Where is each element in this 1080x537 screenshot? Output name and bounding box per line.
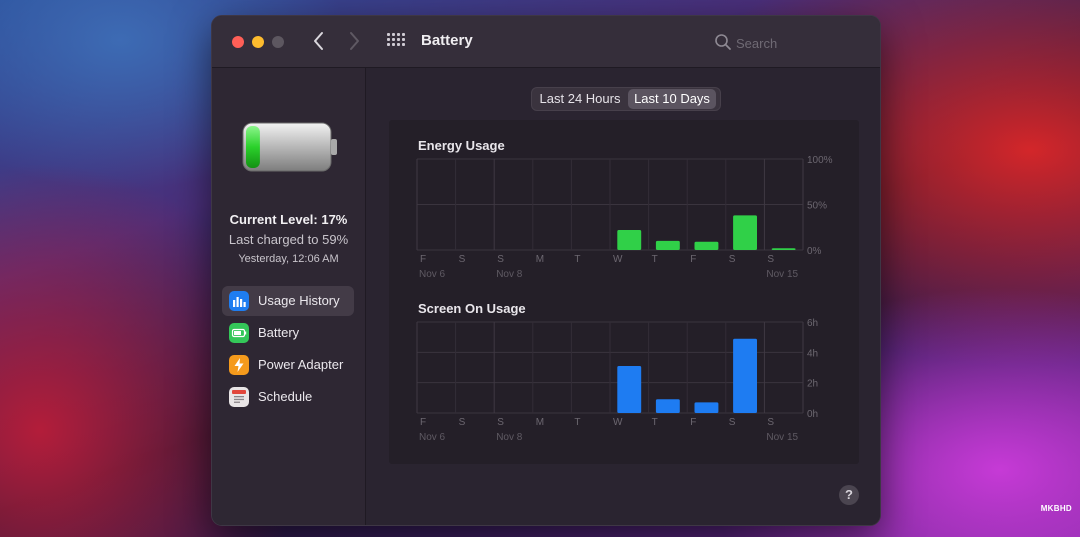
calendar-icon (229, 387, 249, 407)
sidebar-item-label: Usage History (258, 293, 340, 308)
battery-icon (229, 323, 249, 343)
date-label: Nov 6 (419, 432, 446, 443)
search-icon (715, 34, 731, 50)
sidebar-item-battery[interactable]: Battery (222, 318, 354, 348)
zoom-button[interactable] (272, 36, 284, 48)
screen-on-usage-title: Screen On Usage (418, 301, 526, 316)
chevron-left-icon (314, 32, 323, 50)
sidebar: Current Level: 17% Last charged to 59% Y… (212, 68, 366, 525)
energy-usage-chart: 100% 50% 0% F S S M T W T F S S Nov 6 Nov 8 Nov 15 (416, 155, 833, 280)
x-tick-label: W (613, 417, 623, 428)
bar (733, 215, 757, 250)
x-tick-label: S (729, 254, 736, 265)
x-tick-label: T (574, 417, 580, 428)
energy-usage-title: Energy Usage (418, 138, 505, 153)
x-tick-label: F (690, 417, 696, 428)
tab-last-24-hours[interactable]: Last 24 Hours (535, 89, 625, 109)
bar-chart-icon (229, 291, 249, 311)
y-tick-label: 2h (807, 379, 818, 390)
forward-button[interactable] (342, 28, 366, 54)
x-tick-label: S (729, 417, 736, 428)
y-tick-label: 4h (807, 348, 818, 359)
show-all-grid-icon[interactable] (387, 33, 405, 51)
bar (733, 338, 757, 413)
x-tick-label: T (652, 417, 658, 428)
sidebar-item-label: Schedule (258, 389, 313, 404)
title-bar: Battery (212, 16, 880, 68)
bar (617, 230, 642, 250)
sidebar-item-label: Power Adapter (258, 357, 344, 372)
bar (771, 248, 796, 250)
bar (655, 240, 680, 250)
bar (617, 366, 642, 413)
window-title: Battery (421, 32, 473, 49)
tab-last-10-days[interactable]: Last 10 Days (628, 89, 716, 109)
y-tick-label: 100% (807, 155, 833, 166)
current-level-text: Current Level: 17% (229, 212, 348, 227)
time-range-segmented-control: Last 24 Hours Last 10 Days (531, 87, 721, 111)
y-tick-label: 6h (807, 318, 818, 329)
date-label: Nov 8 (496, 269, 523, 280)
main-content: Last 24 Hours Last 10 Days Energy Usage … (366, 68, 880, 525)
x-tick-label: W (613, 254, 623, 265)
x-tick-label: S (767, 417, 774, 428)
date-label: Nov 8 (496, 432, 523, 443)
bar (694, 402, 719, 413)
bar (655, 399, 680, 413)
sidebar-item-usage-history[interactable]: Usage History (222, 286, 354, 316)
x-tick-label: M (536, 254, 544, 265)
watermark: MKBHD (1040, 504, 1072, 513)
x-tick-label: F (690, 254, 696, 265)
x-tick-label: S (459, 254, 466, 265)
screen-on-usage-chart: 6h 4h 2h 0h F S S M T W T F S S Nov 6 Nov 8 Nov 15 (416, 318, 818, 443)
x-tick-label: T (652, 254, 658, 265)
x-tick-label: S (459, 417, 466, 428)
sidebar-item-schedule[interactable]: Schedule (222, 382, 354, 412)
close-button[interactable] (232, 36, 244, 48)
battery-preferences-window: Battery Current Level: 17% Last charged … (211, 15, 881, 526)
date-label: Nov 15 (766, 432, 798, 443)
x-tick-label: S (497, 417, 504, 428)
sidebar-item-label: Battery (258, 325, 300, 340)
x-tick-label: M (536, 417, 544, 428)
date-label: Nov 15 (766, 269, 798, 280)
usage-charts-panel: Energy Usage 100% 50% 0% F S S M T W T F S S Nov 6 Nov… (389, 120, 859, 464)
search-field[interactable] (712, 30, 862, 54)
last-charged-time: Yesterday, 12:06 AM (238, 253, 339, 265)
x-tick-label: T (574, 254, 580, 265)
search-input[interactable] (734, 32, 858, 54)
y-tick-label: 0% (807, 246, 822, 257)
y-tick-label: 0h (807, 409, 818, 420)
x-tick-label: S (767, 254, 774, 265)
bar (694, 241, 719, 250)
y-tick-label: 50% (807, 201, 827, 212)
minimize-button[interactable] (252, 36, 264, 48)
date-label: Nov 6 (419, 269, 446, 280)
help-button[interactable]: ? (839, 485, 859, 505)
x-tick-label: F (420, 417, 426, 428)
sidebar-item-power-adapter[interactable]: Power Adapter (222, 350, 354, 380)
lightning-icon (229, 355, 249, 375)
chevron-right-icon (350, 32, 359, 50)
battery-level-graphic (242, 122, 337, 172)
last-charged-text: Last charged to 59% (228, 232, 349, 247)
back-button[interactable] (307, 28, 331, 54)
x-tick-label: S (497, 254, 504, 265)
x-tick-label: F (420, 254, 426, 265)
